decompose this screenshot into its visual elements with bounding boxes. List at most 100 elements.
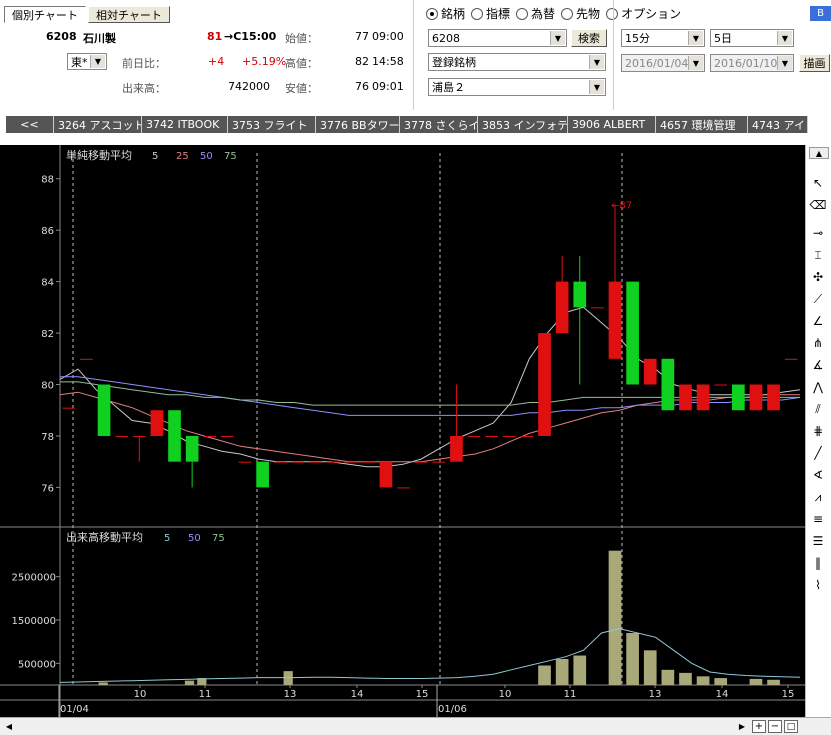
trend-line-icon[interactable]: ⟋ bbox=[808, 289, 828, 309]
zoom-in-icon[interactable]: + bbox=[752, 720, 766, 733]
stock-name: 石川製 bbox=[83, 32, 116, 45]
fibonacci-fan-icon[interactable]: ∡ bbox=[808, 355, 828, 375]
from-date-select[interactable]: 2016/01/04 ▼ bbox=[621, 54, 705, 72]
volume-value: 742000 bbox=[228, 80, 270, 93]
three-lines-icon[interactable]: ≡ bbox=[808, 509, 828, 529]
zoom-out-icon[interactable]: − bbox=[768, 720, 782, 733]
ticker-item[interactable]: 4743 アイ bbox=[748, 116, 808, 133]
candle-body bbox=[309, 461, 322, 463]
tab-relative-chart[interactable]: 相対チャート bbox=[88, 6, 170, 23]
price-volume-chart[interactable]: 76 78 80 82 84 86 88 500000 1500000 2500000 単純移動平均… bbox=[0, 145, 805, 717]
x-tick-label: 10 bbox=[499, 689, 512, 700]
vertical-line-icon[interactable]: ⌶ bbox=[808, 245, 828, 265]
ticker-prev-button[interactable]: << bbox=[6, 116, 54, 133]
eraser-icon[interactable]: ⌫ bbox=[808, 195, 828, 215]
candle-body bbox=[432, 461, 446, 463]
radio-stock[interactable]: 銘柄 bbox=[426, 5, 465, 22]
candle-body bbox=[450, 435, 463, 462]
high-label: 高値： bbox=[285, 57, 318, 70]
ticker-bar: << 3264 アスコット 3742 ITBOOK 3753 フライト 3776… bbox=[6, 116, 831, 133]
fan-icon[interactable]: ⋔ bbox=[808, 333, 828, 353]
cycle-lines-icon[interactable]: ‖ bbox=[808, 553, 828, 573]
list-select[interactable]: 登録銘柄 ▼ bbox=[428, 53, 606, 71]
volume-bar bbox=[98, 682, 108, 685]
volume-ma-legend-item: 75 bbox=[212, 533, 225, 544]
chevron-down-icon: ▼ bbox=[777, 31, 792, 45]
candle-body bbox=[731, 384, 745, 411]
cross-line-icon[interactable]: ✣ bbox=[808, 267, 828, 287]
channel-icon[interactable]: ⫽ bbox=[808, 399, 828, 419]
radio-forex[interactable]: 為替 bbox=[516, 5, 555, 22]
stock-code-input[interactable]: 6208 ▼ bbox=[428, 29, 567, 47]
exchange-select[interactable]: 東* ▼ bbox=[67, 53, 107, 70]
ticker-item[interactable]: 3753 フライト bbox=[228, 116, 316, 133]
chevron-down-icon: ▼ bbox=[589, 55, 604, 69]
scroll-right-icon[interactable]: ▶ bbox=[735, 720, 749, 733]
current-price: 81 bbox=[207, 30, 223, 43]
angle-line-icon[interactable]: ∠ bbox=[808, 311, 828, 331]
to-date-select[interactable]: 2016/01/10 ▼ bbox=[710, 54, 794, 72]
four-lines-icon[interactable]: ☰ bbox=[808, 531, 828, 551]
candle-body bbox=[361, 461, 375, 463]
radio-futures[interactable]: 先物 bbox=[561, 5, 600, 22]
change-label: 前日比： bbox=[122, 57, 166, 70]
corner-badge[interactable]: B bbox=[810, 6, 831, 21]
ticker-item[interactable]: 4657 環境管理 bbox=[656, 116, 748, 133]
ticker-item[interactable]: 3778 さくらイ… bbox=[400, 116, 478, 133]
volume-bar bbox=[643, 650, 657, 685]
scroll-up-icon[interactable]: ▲ bbox=[809, 147, 829, 159]
interval-select[interactable]: 15分 ▼ bbox=[621, 29, 705, 47]
volume-bar bbox=[679, 672, 692, 685]
tab-individual-chart[interactable]: 個別チャート bbox=[4, 6, 86, 23]
search-button[interactable]: 検索 bbox=[571, 29, 607, 47]
volume-bar bbox=[661, 669, 675, 685]
y-tick-label: 88 bbox=[41, 175, 54, 186]
scroll-left-icon[interactable]: ◀ bbox=[2, 720, 16, 733]
volume-label: 出来高： bbox=[122, 82, 166, 95]
radio-index[interactable]: 指標 bbox=[471, 5, 510, 22]
gann-angle-icon[interactable]: ∢ bbox=[808, 465, 828, 485]
volume-bar bbox=[573, 655, 587, 685]
y-tick-label: 78 bbox=[41, 432, 54, 443]
ma-legend-item: 25 bbox=[176, 151, 189, 162]
ticker-item[interactable]: 3776 BBタワー bbox=[316, 116, 400, 133]
header-divider bbox=[413, 0, 414, 110]
candle-body bbox=[467, 435, 481, 437]
fibonacci-retracement-icon[interactable]: ⋕ bbox=[808, 421, 828, 441]
ticker-item[interactable]: 3742 ITBOOK bbox=[142, 116, 228, 133]
ma-legend-item: 5 bbox=[152, 151, 158, 162]
volume-y-tick-label: 2500000 bbox=[11, 573, 56, 584]
y-tick-label: 80 bbox=[41, 381, 54, 392]
ticker-item[interactable]: 3264 アスコット bbox=[54, 116, 142, 133]
radio-options[interactable]: オプション bbox=[606, 5, 681, 22]
fan-lines-icon[interactable]: ⋀ bbox=[808, 377, 828, 397]
candle-body bbox=[538, 333, 551, 436]
group-select[interactable]: 浦島２ ▼ bbox=[428, 78, 606, 96]
fit-icon[interactable]: □ bbox=[784, 720, 798, 733]
ticker-item[interactable]: 3853 インフォテリ bbox=[478, 116, 568, 133]
candle-body bbox=[591, 307, 604, 309]
wave-icon[interactable]: ⌇ bbox=[808, 575, 828, 595]
ticker-item[interactable]: 3906 ALBERT bbox=[568, 116, 656, 133]
candle-body bbox=[397, 487, 410, 489]
chevron-down-icon: ▼ bbox=[688, 56, 703, 70]
cursor-icon[interactable]: ↖ bbox=[808, 173, 828, 193]
zigzag-icon[interactable]: ⩘ bbox=[808, 487, 828, 507]
low-label: 安値： bbox=[285, 82, 318, 95]
volume-y-tick-label: 1500000 bbox=[11, 616, 56, 627]
volume-bar bbox=[749, 678, 763, 685]
candle-body bbox=[326, 461, 340, 463]
regression-line-icon[interactable]: ╱ bbox=[808, 443, 828, 463]
chevron-down-icon: ▼ bbox=[90, 55, 105, 68]
span-select[interactable]: 5日 ▼ bbox=[710, 29, 794, 47]
candle-body bbox=[555, 281, 569, 334]
draw-button[interactable]: 描画 bbox=[799, 54, 830, 72]
volume-bar bbox=[767, 679, 780, 685]
horizontal-scrollbar[interactable]: ◀ ▶ + − □ bbox=[0, 717, 831, 735]
volume-y-tick-label: 500000 bbox=[18, 659, 56, 670]
horizontal-line-icon[interactable]: ⊸ bbox=[808, 223, 828, 243]
volume-bar bbox=[538, 665, 551, 685]
candle-body bbox=[256, 461, 269, 488]
y-tick-label: 76 bbox=[41, 483, 54, 494]
volume-ma-legend-item: 5 bbox=[164, 533, 170, 544]
